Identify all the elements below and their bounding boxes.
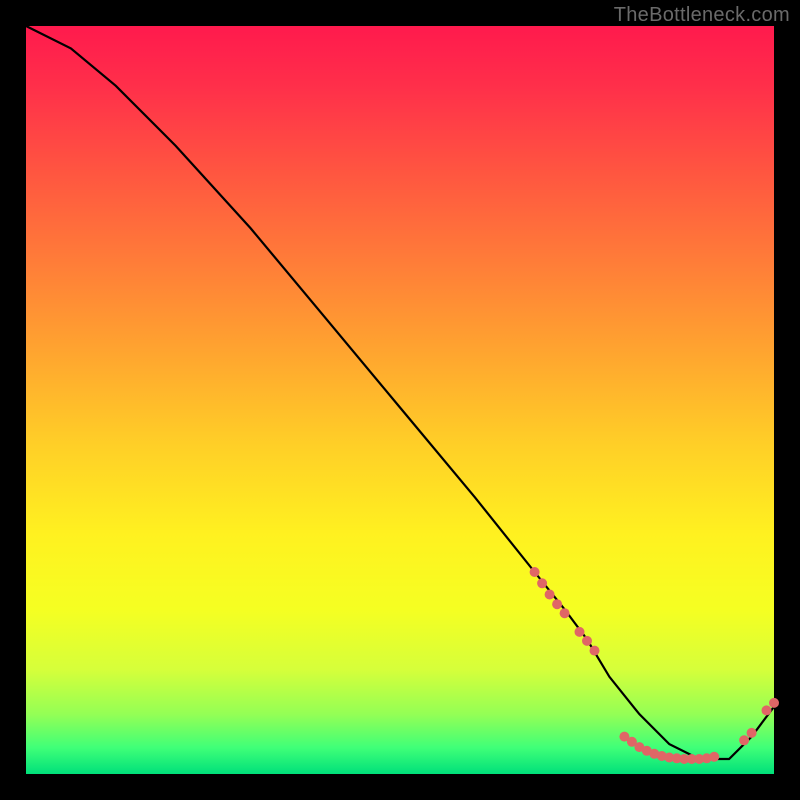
curve-marker [709, 752, 719, 762]
curve-marker [575, 627, 585, 637]
curve-marker [769, 698, 779, 708]
curve-marker [537, 578, 547, 588]
curve-marker [590, 646, 600, 656]
curve-marker [747, 728, 757, 738]
plot-area [26, 26, 774, 774]
curve-marker [739, 735, 749, 745]
curve-marker [552, 599, 562, 609]
chart-svg [26, 26, 774, 774]
curve-marker [762, 705, 772, 715]
watermark-text: TheBottleneck.com [614, 4, 790, 27]
curve-markers [530, 567, 779, 764]
chart-frame: TheBottleneck.com [0, 0, 800, 800]
curve-marker [560, 608, 570, 618]
bottleneck-curve [26, 26, 774, 759]
curve-marker [545, 590, 555, 600]
curve-marker [582, 636, 592, 646]
curve-marker [530, 567, 540, 577]
